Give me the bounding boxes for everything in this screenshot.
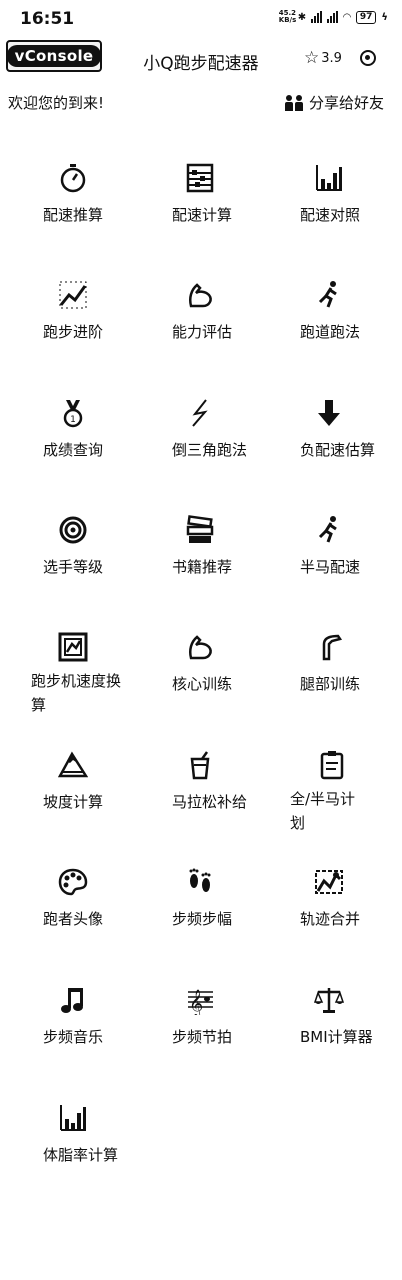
charging-icon: ϟ	[381, 11, 388, 23]
books-icon	[184, 514, 216, 546]
cup-icon	[184, 749, 216, 781]
welcome-text: 欢迎您的到来!	[8, 94, 105, 112]
tool-tile[interactable]: 跑道跑法	[0, 237, 360, 354]
people-icon	[284, 94, 303, 111]
status-icons: 45.2 KB/s ✱ ◠ 97 ϟ	[279, 10, 388, 24]
tool-label: 配速计算	[172, 206, 233, 224]
down-arrow-icon	[313, 397, 345, 429]
tool-label: 全/半马计划	[290, 790, 356, 832]
wifi-icon: ◠	[343, 11, 351, 23]
tool-label: 核心训练	[172, 675, 233, 693]
abacus-icon	[184, 162, 216, 194]
scales-icon	[313, 984, 345, 1016]
tool-tile[interactable]: 配速对照	[0, 120, 360, 237]
map-icon	[313, 866, 345, 898]
star-icon: ☆	[304, 48, 320, 68]
vconsole-label: vConsole	[6, 45, 102, 67]
footprints-icon	[184, 866, 216, 898]
page-title: 小Q跑步配速器	[143, 54, 259, 74]
tool-tile[interactable]: 负配速估算	[0, 355, 375, 472]
signal-icon	[327, 11, 339, 23]
tool-label: 半马配速	[300, 558, 361, 576]
tool-label: 倒三角跑法	[172, 441, 248, 459]
tool-label: BMI计算器	[300, 1028, 373, 1046]
rating-button[interactable]: ☆ 3.9	[304, 50, 342, 67]
vconsole-button[interactable]: vConsole	[6, 40, 102, 72]
rating-value: 3.9	[321, 51, 342, 66]
bar-chart-icon	[57, 1102, 89, 1134]
share-button[interactable]: 分享给好友	[284, 92, 384, 113]
svg-text:𝄞: 𝄞	[189, 989, 203, 1015]
tool-label: 配速对照	[300, 206, 361, 224]
net-speed: 45.2 KB/s	[278, 9, 297, 24]
tool-tile[interactable]: BMI计算器	[0, 942, 373, 1059]
runner-icon	[313, 514, 345, 546]
tool-tile[interactable]: 轨迹合并	[0, 824, 360, 941]
tool-label: 负配速估算	[300, 441, 376, 459]
bar-chart-icon	[313, 162, 345, 194]
tool-label: 步频节拍	[172, 1028, 233, 1046]
status-bar: 16:51 45.2 KB/s ✱ ◠ 97 ϟ	[0, 0, 402, 38]
tool-label: 体脂率计算	[43, 1146, 119, 1164]
runner-icon	[313, 279, 345, 311]
tool-label: 马拉松补给	[172, 793, 248, 811]
music-score-icon: 𝄞	[184, 984, 216, 1016]
tool-label: 书籍推荐	[172, 558, 233, 576]
share-label: 分享给好友	[308, 94, 384, 112]
tool-tile[interactable]: 腿部训练	[0, 589, 360, 706]
tool-label: 步频步幅	[172, 910, 233, 928]
bluetooth-icon: ✱	[297, 11, 307, 23]
tool-tile[interactable]: 体脂率计算	[0, 1060, 134, 1177]
status-time: 16:51	[20, 9, 75, 29]
battery-icon: 97	[355, 10, 377, 24]
lightning-icon	[184, 397, 216, 429]
tool-label: 跑道跑法	[300, 323, 361, 341]
clipboard-icon	[316, 749, 348, 781]
flexed-biceps-icon	[184, 631, 216, 663]
tool-tile[interactable]: 半马配速	[0, 472, 360, 589]
tool-label: 轨迹合并	[300, 910, 361, 928]
tool-label: 腿部训练	[300, 675, 361, 693]
flexed-biceps-icon	[184, 279, 216, 311]
tool-label: 能力评估	[172, 323, 233, 341]
tool-tile[interactable]: 全/半马计划	[0, 707, 355, 832]
signal-icon	[311, 11, 323, 23]
leg-icon	[313, 631, 345, 663]
capsule-close-icon[interactable]	[360, 50, 376, 66]
